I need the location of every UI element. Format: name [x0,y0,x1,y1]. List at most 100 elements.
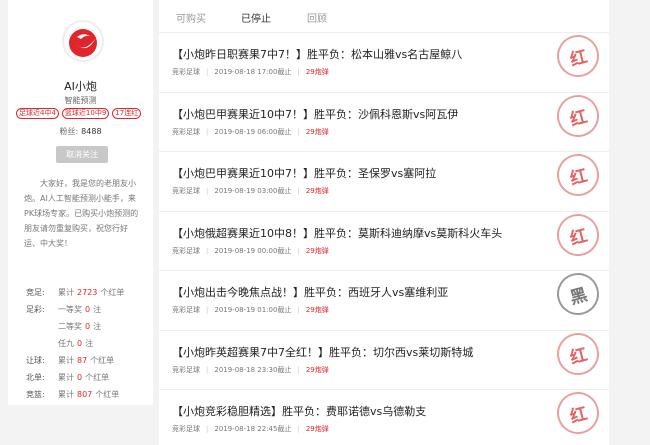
item-title[interactable]: 【小炮巴甲赛果近10中7！】胜平负：圣保罗vs塞阿拉 [172,165,436,181]
item-price: 29炮弹 [305,306,329,314]
achievement-tag: 17连红 [112,108,142,119]
list-item[interactable]: 【小炮竞彩稳胆精选】胜平负：费耶诺德vs乌德勒支 竞彩足球 | 2019-08-18… [159,387,609,445]
achievement-tag: 篮球近10中9 [61,108,110,119]
fans-label: 粉丝: [59,127,79,136]
item-deadline: 2019-08-19 06:00截止 [214,127,292,136]
stamp-text: 红 [567,46,590,71]
item-price: 29炮弹 [305,127,329,136]
item-meta: 竞彩足球 | 2019-08-18 17:00截止 | 29炮弹 [172,67,329,77]
stat-label: 竞足: [26,288,45,297]
item-meta: 竞彩足球 | 2019-08-19 06:00截止 | 29炮弹 [172,127,329,137]
item-title[interactable]: 【小炮昨英超赛果7中7全红！】胜平负：切尔西vs莱切斯特城 [172,344,473,360]
item-meta: 竞彩足球 | 2019-08-19 00:00截止 | 29炮弹 [172,246,329,256]
stat-label: 足彩: [26,305,45,314]
achievement-tag: 足球近4中4 [16,108,59,119]
stat-prefix: 任九 [58,339,74,348]
result-stamp-icon: 红 [552,30,604,82]
fans-number: 8488 [81,127,102,136]
stamp-text: 红 [567,106,590,130]
item-category: 竞彩足球 [172,425,200,433]
item-deadline: 2019-08-18 22:45截止 [214,425,292,433]
item-price: 29炮弹 [305,425,329,433]
divider: | [297,127,300,136]
item-category: 竞彩足球 [172,127,200,136]
divider: | [206,187,209,195]
result-stamp-icon: 红 [552,208,604,261]
profile-sidebar: AI小炮 智能预测 足球近4中4 篮球近10中9 17连红 粉丝: 8488 取消… [8,0,153,405]
stat-label: 北单: [26,373,45,382]
stat-suffix: 注 [93,305,102,314]
stat-row: 任九 0 注 [26,335,152,352]
achievement-tags: 足球近4中4 篮球近10中9 17连红 [16,108,149,119]
item-title[interactable]: 【小炮俄超赛果近10中8！】胜平负：莫斯科迪纳摩vs莫斯科火车头 [172,225,502,241]
stat-suffix: 个红单 [100,288,125,297]
unfollow-button[interactable]: 取消关注 [56,146,108,163]
item-category: 竞彩足球 [172,246,200,255]
stat-suffix: 个红单 [85,373,110,382]
divider: | [297,425,300,433]
tab-stopped[interactable]: 已停止 [241,0,271,32]
profile-intro: 大家好，我是您的老朋友小炮。AI人工智能预测小能手，来PK球场专家。已购买小炮预… [24,179,139,248]
stat-label: 让球: [26,356,45,365]
divider: | [297,246,300,255]
list-item[interactable]: 【小炮昨英超赛果7中7全红！】胜平负：切尔西vs莱切斯特城 竞彩足球 | 2019-… [159,327,609,390]
stat-number: 0 [77,373,83,382]
item-title[interactable]: 【小炮出击今晚焦点战！】胜平负：西班牙人vs塞维利亚 [172,284,448,300]
stamp-text: 红 [567,403,590,428]
stamp-text: 红 [567,225,590,249]
stat-number: 0 [77,339,83,348]
stamp-text: 黑 [567,284,590,309]
item-title[interactable]: 【小炮竞彩稳胆精选】胜平负：费耶诺德vs乌德勒支 [172,403,426,419]
stats-list: 竞足: 累计 2723 个红单 足彩: 一等奖 0 注 二等奖 0 注 任九 0 注 让球: 累计 87… [26,284,152,403]
stat-row: 竞篮: 累计 807 个红单 [26,386,152,403]
stat-prefix: 累计 [58,288,74,297]
tab-available[interactable]: 可购买 [176,0,206,32]
item-title[interactable]: 【小炮巴甲赛果近10中7！】胜平负：沙佩科恩斯vs阿瓦伊 [172,106,458,122]
stat-row: 足彩: 一等奖 0 注 [26,301,152,318]
stat-number: 87 [77,356,88,365]
stat-suffix: 个红单 [90,356,115,365]
stat-label: 竞篮: [26,390,45,399]
result-stamp-icon: 红 [552,327,604,380]
divider: | [297,187,300,195]
item-meta: 竞彩足球 | 2019-08-19 01:00截止 | 29炮弹 [172,305,329,315]
stat-number: 807 [77,390,93,399]
item-category: 竞彩足球 [172,68,200,76]
item-deadline: 2019-08-19 00:00截止 [214,246,292,255]
list-item[interactable]: 【小炮巴甲赛果近10中7！】胜平负：沙佩科恩斯vs阿瓦伊 竞彩足球 | 2019-0… [159,89,609,152]
stat-prefix: 累计 [58,356,74,365]
avatar[interactable] [62,20,104,62]
fans-count: 粉丝: 8488 [8,126,153,137]
stat-number: 0 [85,322,91,331]
divider: | [297,365,300,374]
item-category: 竞彩足球 [172,306,200,314]
stat-suffix: 注 [85,339,94,348]
list-item[interactable]: 【小炮巴甲赛果近10中7！】胜平负：圣保罗vs塞阿拉 竞彩足球 | 2019-08-… [159,149,609,212]
result-stamp-icon: 黑 [552,268,604,320]
item-price: 29炮弹 [305,246,329,255]
item-category: 竞彩足球 [172,187,200,195]
list-item[interactable]: 【小炮俄超赛果近10中8！】胜平负：莫斯科迪纳摩vs莫斯科火车头 竞彩足球 | 20… [159,208,609,271]
result-stamp-icon: 红 [552,387,604,439]
divider: | [297,68,300,76]
item-title[interactable]: 【小炮昨日职赛果7中7！】胜平负：松本山雅vs名古屋鲸八 [172,46,462,62]
stat-prefix: 一等奖 [58,305,82,314]
item-price: 29炮弹 [305,187,329,195]
divider: | [206,306,209,314]
list-item[interactable]: 【小炮出击今晚焦点战！】胜平负：西班牙人vs塞维利亚 竞彩足球 | 2019-08-… [159,268,609,331]
list-item[interactable]: 【小炮昨日职赛果7中7！】胜平负：松本山雅vs名古屋鲸八 竞彩足球 | 2019-0… [159,30,609,93]
item-deadline: 2019-08-19 01:00截止 [214,306,292,314]
stat-number: 0 [85,305,91,314]
stat-suffix: 个红单 [95,390,120,399]
item-deadline: 2019-08-19 03:00截止 [214,187,292,195]
stat-row: 二等奖 0 注 [26,318,152,335]
item-price: 29炮弹 [305,365,329,374]
stat-row: 竞足: 累计 2723 个红单 [26,284,152,301]
item-meta: 竞彩足球 | 2019-08-18 22:45截止 | 29炮弹 [172,424,329,434]
item-price: 29炮弹 [305,68,329,76]
stat-number: 2723 [77,288,98,297]
divider: | [206,127,209,136]
item-meta: 竞彩足球 | 2019-08-19 03:00截止 | 29炮弹 [172,186,329,196]
tab-review[interactable]: 回顾 [307,0,327,32]
divider: | [206,246,209,255]
